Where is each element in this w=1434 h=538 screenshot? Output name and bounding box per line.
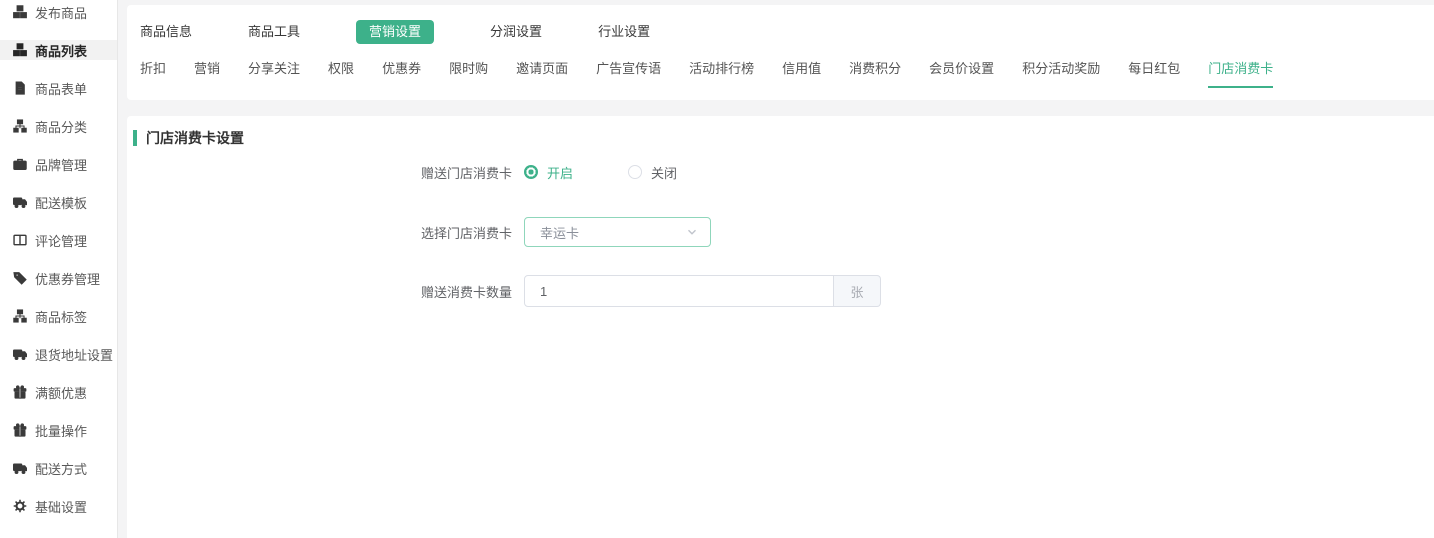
subtab-activity-ranking[interactable]: 活动排行榜 [689,60,754,88]
store-card-select[interactable]: 幸运卡 [524,217,711,247]
sidebar-item-full-amount-discount[interactable]: 满额优惠 [0,382,117,402]
sitemap-icon [13,309,27,323]
subtab-invite-page[interactable]: 邀请页面 [516,60,568,88]
sidebar-item-label: 品牌管理 [35,155,87,174]
sidebar-item-label: 商品分类 [35,117,87,136]
radio-off-icon[interactable] [628,165,642,179]
subtab-discount[interactable]: 折扣 [140,60,166,88]
briefcase-icon [13,157,27,171]
section-title: 门店消费卡设置 [133,130,244,146]
sidebar-item-label: 商品表单 [35,79,87,98]
sidebar-item-label: 发布商品 [35,3,87,22]
subtab-daily-redpacket[interactable]: 每日红包 [1128,60,1180,88]
subtab-coupon[interactable]: 优惠券 [382,60,421,88]
sidebar-item-label: 批量操作 [35,421,87,440]
sidebar-item-label: 商品标签 [35,307,87,326]
sidebar-item-delivery-method[interactable]: 配送方式 [0,458,117,478]
sidebar-item-label: 优惠券管理 [35,269,100,288]
subtab-member-price[interactable]: 会员价设置 [929,60,994,88]
sidebar-item-label: 配送模板 [35,193,87,212]
store-card-select-value: 幸运卡 [540,223,686,242]
quantity-label: 赠送消费卡数量 [133,282,512,301]
sidebar-item-product-form[interactable]: 商品表单 [0,78,117,98]
store-card-settings-panel: 门店消费卡设置 赠送门店消费卡 开启 关闭 选择门店消费卡 幸运卡 [127,116,1434,538]
sidebar-item-publish-product[interactable]: 发布商品 [0,2,117,22]
gift-toggle-radio-group: 开启 关闭 [524,163,677,182]
sidebar-item-label: 评论管理 [35,231,87,250]
quantity-input[interactable]: 1 [524,275,834,307]
sidebar-item-label: 配送方式 [35,459,87,478]
sidebar-item-label: 基础设置 [35,497,87,516]
sidebar-item-return-address-settings[interactable]: 退货地址设置 [0,344,117,364]
tab-marketing-settings[interactable]: 营销设置 [356,20,434,44]
sidebar-item-product-list[interactable]: 商品列表 [0,40,117,60]
form-item-quantity: 赠送消费卡数量 1 张 [133,275,1434,307]
subtab-flash-sale[interactable]: 限时购 [449,60,488,88]
subtab-marketing[interactable]: 营销 [194,60,220,88]
truck-icon [13,347,27,361]
subtab-permissions[interactable]: 权限 [328,60,354,88]
radio-on-icon[interactable] [524,165,538,179]
sidebar-item-review-management[interactable]: 评论管理 [0,230,117,250]
sidebar-item-label: 退货地址设置 [35,345,113,364]
sidebar-item-label: 商品列表 [35,41,87,60]
gift-toggle-label: 赠送门店消费卡 [133,163,512,182]
store-card-form: 赠送门店消费卡 开启 关闭 选择门店消费卡 幸运卡 赠送消费卡数量 [133,163,1434,307]
subtab-consume-points[interactable]: 消费积分 [849,60,901,88]
primary-tabs: 商品信息 商品工具 营销设置 分润设置 行业设置 [140,20,1434,44]
subtab-ad-slogan[interactable]: 广告宣传语 [596,60,661,88]
subtab-credit-value[interactable]: 信用值 [782,60,821,88]
chevron-down-icon [686,226,698,238]
form-item-card-select: 选择门店消费卡 幸运卡 [133,217,1434,247]
tabs-panel: 商品信息 商品工具 营销设置 分润设置 行业设置 折扣 营销 分享关注 权限 优… [127,5,1434,100]
quantity-unit-addon: 张 [834,275,881,307]
cubes-icon [13,43,27,57]
quantity-input-group: 1 张 [524,275,881,307]
subtab-points-reward[interactable]: 积分活动奖励 [1022,60,1100,88]
gear-icon [13,499,27,513]
sitemap-icon [13,119,27,133]
sidebar: 发布商品 商品列表 商品表单 商品分类 品牌管理 配送模板 评论管理 优惠券管理… [0,0,118,538]
form-item-gift-toggle: 赠送门店消费卡 开启 关闭 [133,163,1434,181]
sidebar-item-product-category[interactable]: 商品分类 [0,116,117,136]
sidebar-item-label: 满额优惠 [35,383,87,402]
secondary-tabs: 折扣 营销 分享关注 权限 优惠券 限时购 邀请页面 广告宣传语 活动排行榜 信… [140,60,1434,88]
radio-option-on: 开启 [524,163,573,182]
sidebar-item-product-tags[interactable]: 商品标签 [0,306,117,326]
sidebar-item-batch-operations[interactable]: 批量操作 [0,420,117,440]
tab-industry-settings[interactable]: 行业设置 [598,20,650,44]
tab-profit-settings[interactable]: 分润设置 [490,20,542,44]
truck-icon [13,195,27,209]
sidebar-item-coupon-management[interactable]: 优惠券管理 [0,268,117,288]
columns-icon [13,233,27,247]
sidebar-item-basic-settings[interactable]: 基础设置 [0,496,117,516]
radio-off-label[interactable]: 关闭 [651,163,677,182]
cubes-icon [13,5,27,19]
tag-icon [13,271,27,285]
sidebar-item-brand-management[interactable]: 品牌管理 [0,154,117,174]
card-select-label: 选择门店消费卡 [133,223,512,242]
radio-option-off: 关闭 [628,163,677,182]
sidebar-item-delivery-template[interactable]: 配送模板 [0,192,117,212]
truck-icon [13,461,27,475]
subtab-share-follow[interactable]: 分享关注 [248,60,300,88]
gift-icon [13,385,27,399]
tab-product-info[interactable]: 商品信息 [140,20,192,44]
tab-product-tools[interactable]: 商品工具 [248,20,300,44]
gift-icon [13,423,27,437]
subtab-store-card[interactable]: 门店消费卡 [1208,60,1273,88]
file-icon [13,81,27,95]
radio-on-label[interactable]: 开启 [547,163,573,182]
